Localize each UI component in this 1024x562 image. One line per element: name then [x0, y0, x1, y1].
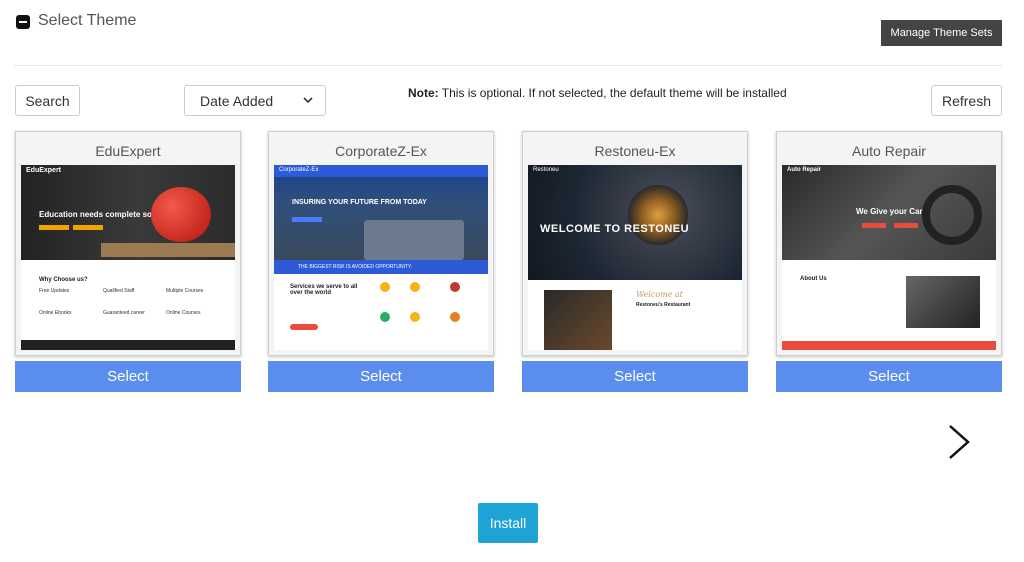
minus-square-icon[interactable] — [16, 15, 30, 29]
preview-headline: WELCOME TO RESTONEU — [540, 223, 690, 235]
manage-theme-sets-button[interactable]: Manage Theme Sets — [881, 20, 1002, 46]
refresh-button[interactable]: Refresh — [931, 85, 1002, 116]
note-text: This is optional. If not selected, the d… — [438, 86, 787, 100]
theme-card-frame[interactable]: CorporateZ-Ex CorporateZ-Ex INSURING YOU… — [268, 131, 494, 356]
select-theme-button[interactable]: Select — [15, 361, 241, 392]
theme-card-auto-repair: Auto Repair Auto Repair We Give your Car… — [776, 131, 1002, 392]
preview-brand: Restoneu — [533, 167, 559, 173]
search-button[interactable]: Search — [15, 85, 80, 116]
select-theme-button[interactable]: Select — [522, 361, 748, 392]
theme-card-frame[interactable]: Auto Repair Auto Repair We Give your Car… — [776, 131, 1002, 356]
theme-name: Restoneu-Ex — [594, 143, 676, 159]
theme-card-corporatez-ex: CorporateZ-Ex CorporateZ-Ex INSURING YOU… — [268, 131, 494, 392]
preview-brand: CorporateZ-Ex — [274, 165, 488, 177]
note-label: Note: — [408, 86, 439, 100]
divider — [14, 65, 1002, 66]
theme-card-frame[interactable]: Restoneu-Ex Restoneu WELCOME TO RESTONEU… — [522, 131, 748, 356]
preview-headline: INSURING YOUR FUTURE FROM TODAY — [292, 199, 427, 206]
preview-section: Why Choose us? — [39, 277, 88, 283]
select-theme-button[interactable]: Select — [268, 361, 494, 392]
preview-banner: THE BIGGEST RISK IS AVOIDED OPPORTUNITY. — [274, 260, 488, 274]
theme-card-restoneu-ex: Restoneu-Ex Restoneu WELCOME TO RESTONEU… — [522, 131, 748, 392]
preview-section: Services we serve to all over the world — [290, 284, 358, 296]
optional-note: Note: This is optional. If not selected,… — [408, 86, 787, 100]
select-theme-button[interactable]: Select — [776, 361, 1002, 392]
sort-select[interactable]: Date Added — [184, 85, 326, 116]
theme-card-eduexpert: EduExpert EduExpert Education needs comp… — [15, 131, 241, 392]
section-header: Select Theme — [16, 12, 136, 30]
theme-preview-image: Auto Repair We Give your Car About Us — [782, 165, 996, 350]
preview-brand: EduExpert — [26, 167, 62, 174]
preview-brand: Auto Repair — [787, 167, 822, 173]
preview-section: Restoneu's Restaurant — [636, 302, 691, 308]
theme-name: EduExpert — [95, 143, 161, 159]
preview-script-title: Welcome at — [636, 290, 684, 299]
install-button[interactable]: Install — [478, 503, 538, 543]
theme-name: Auto Repair — [852, 143, 926, 159]
theme-preview-image: CorporateZ-Ex INSURING YOUR FUTURE FROM … — [274, 165, 488, 350]
theme-preview-image: EduExpert Education needs complete solvi… — [21, 165, 235, 350]
theme-preview-image: Restoneu WELCOME TO RESTONEU Welcome at … — [528, 165, 742, 350]
chevron-down-icon — [303, 97, 313, 104]
preview-headline: We Give your Car — [856, 207, 923, 216]
section-title: Select Theme — [38, 12, 137, 29]
theme-card-frame[interactable]: EduExpert EduExpert Education needs comp… — [15, 131, 241, 356]
chevron-right-icon[interactable] — [944, 424, 974, 460]
sort-select-value: Date Added — [200, 92, 274, 109]
theme-name: CorporateZ-Ex — [335, 143, 427, 159]
preview-section: About Us — [800, 276, 827, 282]
